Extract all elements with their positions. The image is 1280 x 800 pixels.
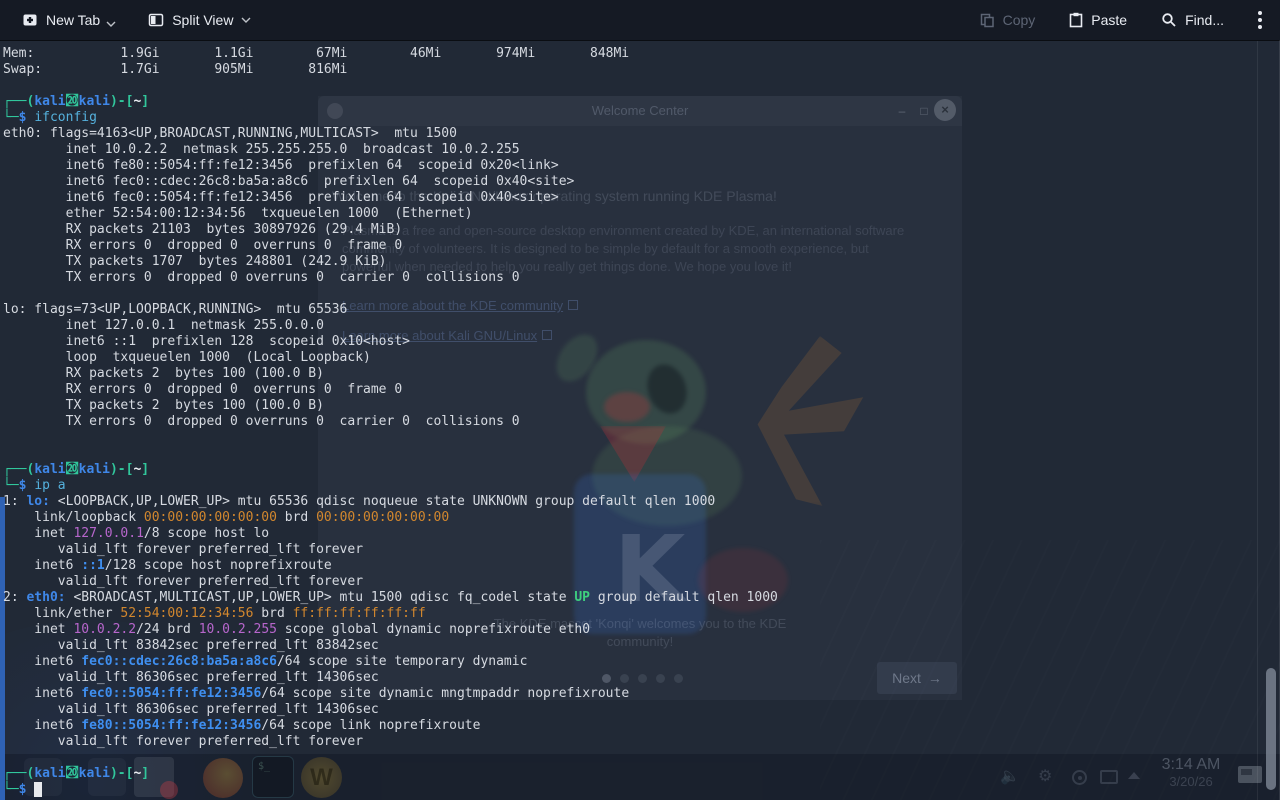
terminal-toolbar: New Tab Split View Copy Paste Find... — [0, 0, 1280, 41]
chevron-down-icon — [106, 21, 116, 27]
terminal-line: ┌──(kali㉉kali)-[~] — [3, 766, 150, 781]
terminal-line: TX packets 2 bytes 100 (100.0 B) — [3, 398, 324, 413]
terminal-line: inet6 ::1/128 scope host noprefixroute — [3, 558, 332, 573]
terminal-line: loop txqueuelen 1000 (Local Loopback) — [3, 350, 371, 365]
terminal-line: ether 52:54:00:12:34:56 txqueuelen 1000 … — [3, 206, 473, 221]
terminal-line: 2: eth0: <BROADCAST,MULTICAST,UP,LOWER_U… — [3, 590, 778, 605]
terminal-line: RX errors 0 dropped 0 overruns 0 frame 0 — [3, 382, 403, 397]
terminal-line: RX packets 21103 bytes 30897926 (29.4 Mi… — [3, 222, 403, 237]
terminal-line: inet6 fec0::5054:ff:fe12:3456 prefixlen … — [3, 190, 559, 205]
terminal-line: ┌──(kali㉉kali)-[~] — [3, 462, 150, 477]
terminal-line: valid_lft forever preferred_lft forever — [3, 574, 364, 589]
copy-icon — [980, 13, 994, 27]
terminal-line: valid_lft forever preferred_lft forever — [3, 734, 364, 749]
terminal-line: inet6 ::1 prefixlen 128 scopeid 0x10<hos… — [3, 334, 410, 349]
paste-button[interactable]: Paste — [1061, 12, 1135, 28]
terminal-output[interactable]: Mem: 1.9Gi 1.1Gi 67Mi 46Mi 974Mi 848Mi Sw… — [2, 40, 1262, 800]
terminal-line: inet6 fe80::5054:ff:fe12:3456 prefixlen … — [3, 158, 559, 173]
terminal-line: RX errors 0 dropped 0 overruns 0 frame 0 — [3, 238, 403, 253]
copy-button[interactable]: Copy — [972, 12, 1044, 28]
terminal-line: inet6 fe80::5054:ff:fe12:3456/64 scope l… — [3, 718, 481, 733]
terminal-line: lo: flags=73<UP,LOOPBACK,RUNNING> mtu 65… — [3, 302, 348, 317]
terminal-line: 1: lo: <LOOPBACK,UP,LOWER_UP> mtu 65536 … — [3, 494, 716, 509]
terminal-line: valid_lft forever preferred_lft forever — [3, 542, 364, 557]
terminal-line: inet6 fec0::5054:ff:fe12:3456/64 scope s… — [3, 686, 630, 701]
terminal-line: └─$ ip a — [3, 478, 66, 493]
terminal-line: link/loopback 00:00:00:00:00:00 brd 00:0… — [3, 510, 450, 525]
menu-kebab-icon[interactable] — [1250, 11, 1270, 29]
terminal-line: └─$ ifconfig — [3, 110, 97, 125]
terminal-line: valid_lft 86306sec preferred_lft 14306se… — [3, 702, 379, 717]
terminal-line: TX errors 0 dropped 0 overruns 0 carrier… — [3, 414, 520, 429]
terminal-line: inet 127.0.0.1 netmask 255.0.0.0 — [3, 318, 324, 333]
terminal-line: inet 127.0.0.1/8 scope host lo — [3, 526, 270, 541]
terminal-line: inet 10.0.2.2/24 brd 10.0.2.255 scope gl… — [3, 622, 591, 637]
terminal-line: TX errors 0 dropped 0 overruns 0 carrier… — [3, 270, 520, 285]
terminal-line: Mem: 1.9Gi 1.1Gi 67Mi 46Mi 974Mi 848Mi — [3, 46, 630, 61]
terminal-line: ┌──(kali㉉kali)-[~] — [3, 94, 150, 109]
new-tab-button[interactable]: New Tab — [14, 12, 124, 28]
find-button[interactable]: Find... — [1153, 12, 1232, 28]
terminal-line: valid_lft 83842sec preferred_lft 83842se… — [3, 638, 379, 653]
split-view-button[interactable]: Split View — [140, 12, 259, 28]
terminal-line: valid_lft 86306sec preferred_lft 14306se… — [3, 670, 379, 685]
chevron-down-icon — [241, 17, 251, 23]
split-view-icon — [148, 13, 164, 27]
desktop: Welcome Center – □ × Welcome to the Kali… — [0, 0, 1280, 800]
paste-icon — [1069, 12, 1083, 28]
terminal-line: inet 10.0.2.2 netmask 255.255.255.0 broa… — [3, 142, 520, 157]
scrollbar-track[interactable] — [1257, 40, 1258, 800]
terminal-line: Swap: 1.7Gi 905Mi 816Mi — [3, 62, 348, 77]
terminal-line: eth0: flags=4163<UP,BROADCAST,RUNNING,MU… — [3, 126, 457, 141]
scrollbar-thumb[interactable] — [1266, 668, 1276, 790]
search-icon — [1162, 13, 1176, 27]
terminal-line: link/ether 52:54:00:12:34:56 brd ff:ff:f… — [3, 606, 426, 621]
terminal-line: └─$ — [3, 782, 1262, 798]
terminal-line: TX packets 1707 bytes 248801 (242.9 KiB) — [3, 254, 387, 269]
terminal-line: inet6 fec0::cdec:26c8:ba5a:a8c6 prefixle… — [3, 174, 575, 189]
new-tab-icon — [23, 14, 37, 26]
terminal-line: inet6 fec0::cdec:26c8:ba5a:a8c6/64 scope… — [3, 654, 528, 669]
terminal-line: RX packets 2 bytes 100 (100.0 B) — [3, 366, 324, 381]
